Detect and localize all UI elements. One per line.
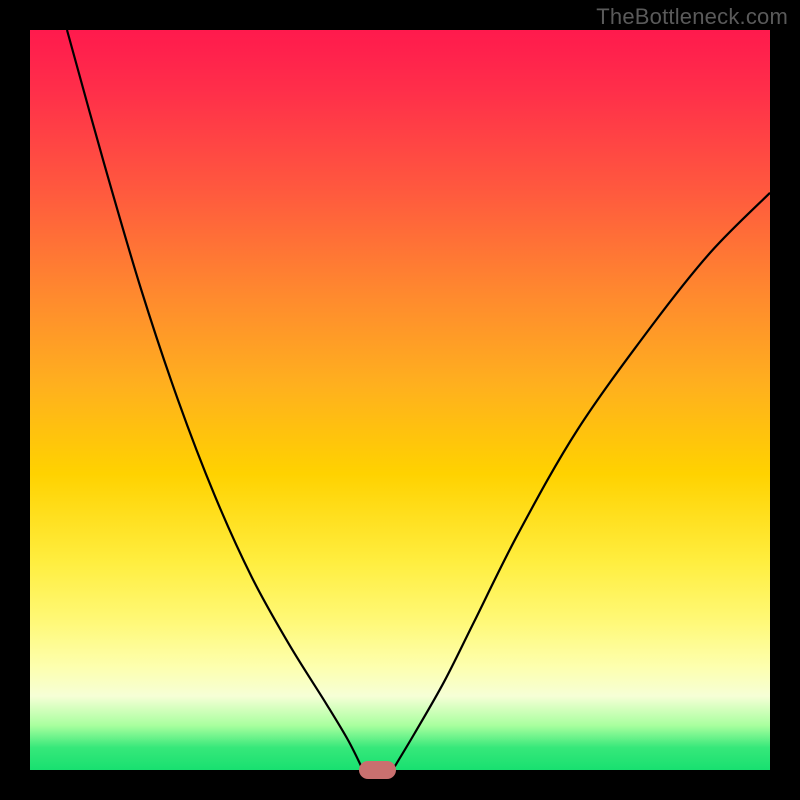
optimum-marker — [359, 761, 396, 779]
chart-frame: TheBottleneck.com — [0, 0, 800, 800]
curve-right-branch — [393, 193, 770, 770]
curve-left-branch — [67, 30, 363, 770]
plot-area — [30, 30, 770, 770]
watermark-text: TheBottleneck.com — [596, 4, 788, 30]
bottleneck-curve — [30, 30, 770, 770]
